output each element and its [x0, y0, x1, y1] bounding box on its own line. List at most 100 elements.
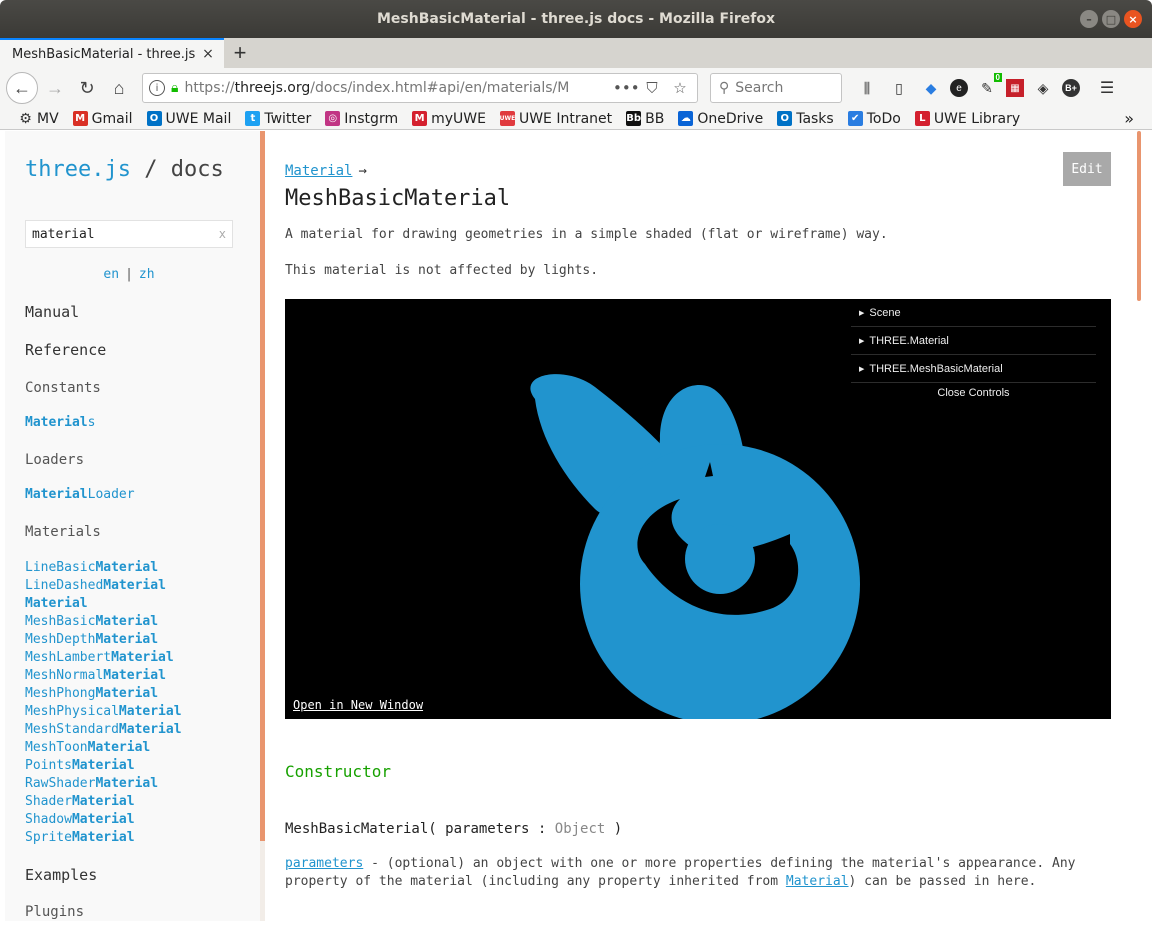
reload-icon: ↻	[79, 77, 95, 98]
sidebar-item-material[interactable]: MeshLambertMaterial	[25, 649, 182, 667]
toolbar-icons: ⫼ ▯ ◆ e ✎ 0 ▦ ◈ B+ ☰	[854, 73, 1120, 101]
bookmark-instgrm[interactable]: ◎ Instgrm	[325, 111, 398, 127]
sidebar-item-material[interactable]: LineBasicMaterial	[25, 559, 182, 577]
sidebar-icon[interactable]: ▯	[886, 75, 912, 101]
language-switch: en | zh	[103, 267, 155, 282]
sidebar-item-material[interactable]: ShaderMaterial	[25, 793, 182, 811]
tasks-icon: O	[777, 111, 793, 126]
forward-button[interactable]: →	[40, 73, 70, 103]
gmail-icon: M	[72, 111, 88, 126]
breadcrumb-material-link[interactable]: Material	[285, 163, 352, 179]
sidebar-item-material[interactable]: ShadowMaterial	[25, 811, 182, 829]
myuwe-icon: M	[412, 111, 428, 126]
scrollbar-thumb[interactable]	[1137, 131, 1141, 301]
page-actions-button[interactable]: •••	[613, 79, 640, 97]
material-link[interactable]: Material	[786, 874, 849, 889]
caret-right-icon: ▶	[859, 309, 865, 317]
filter-value[interactable]: material	[32, 227, 95, 242]
extension-red-icon[interactable]: ▦	[1006, 79, 1024, 97]
nav-examples[interactable]: Examples	[25, 866, 97, 884]
docs-logo[interactable]: three.js / docs	[25, 157, 224, 182]
gui-folder[interactable]: ▶ THREE.Material	[851, 327, 1096, 355]
bookmark-mv[interactable]: ⚙ MV	[18, 111, 58, 127]
site-info-icon[interactable]: i	[149, 80, 165, 96]
close-window-button[interactable]: ×	[1124, 10, 1142, 28]
filter-input[interactable]: material x	[25, 220, 233, 248]
sidebar-item-material[interactable]: RawShaderMaterial	[25, 775, 182, 793]
bookmark-uwe-intranet[interactable]: UWE UWE Intranet	[500, 111, 612, 127]
home-button[interactable]: ⌂	[104, 73, 134, 103]
window-title: MeshBasicMaterial - three.js docs - Mozi…	[377, 11, 775, 27]
bookmark-twitter[interactable]: t Twitter	[245, 111, 311, 127]
bookmark-onedrive[interactable]: ☁ OneDrive	[678, 111, 763, 127]
sidebar-item-material[interactable]: MeshPhysicalMaterial	[25, 703, 182, 721]
sidebar-item-material[interactable]: Material	[25, 595, 182, 613]
bplus-icon[interactable]: B+	[1062, 79, 1080, 97]
lang-zh-link[interactable]: zh	[139, 267, 155, 282]
sidebar-item-material[interactable]: LineDashedMaterial	[25, 577, 182, 595]
bookmark-gmail[interactable]: M Gmail	[72, 111, 133, 127]
bookmark-star-icon[interactable]: ☆	[669, 79, 691, 97]
onedrive-icon: ☁	[678, 111, 694, 126]
gui-folder[interactable]: ▶ Scene	[851, 299, 1096, 327]
nav-reference[interactable]: Reference	[25, 341, 106, 359]
bookmark-myuwe[interactable]: MmyUWE	[412, 111, 486, 127]
sidebar-item-material[interactable]: MeshDepthMaterial	[25, 631, 182, 649]
docs-content: Material → MeshBasicMaterial Edit A mater…	[265, 131, 1137, 921]
nav-link-material-loader[interactable]: MaterialLoader	[25, 487, 135, 502]
sidebar-item-material[interactable]: MeshPhongMaterial	[25, 685, 182, 703]
nav-manual[interactable]: Manual	[25, 303, 79, 321]
menu-icon[interactable]: ☰	[1094, 75, 1120, 101]
nav-link-constants-materials[interactable]: Materials	[25, 415, 95, 430]
extension-blue-icon[interactable]: ◆	[918, 75, 944, 101]
caret-right-icon: ▶	[859, 365, 865, 373]
filter-clear-button[interactable]: x	[219, 227, 226, 241]
outlook-icon: O	[146, 111, 162, 126]
example-viewer[interactable]: ▶ Scene ▶ THREE.Material ▶ THREE.MeshBasicMat…	[285, 299, 1111, 719]
evernote-icon[interactable]: e	[950, 79, 968, 97]
bookmark-tasks[interactable]: O Tasks	[777, 111, 834, 127]
sidebar-item-material[interactable]: MeshNormalMaterial	[25, 667, 182, 685]
window-titlebar: MeshBasicMaterial - three.js docs - Mozi…	[0, 0, 1152, 38]
back-button[interactable]: ←	[6, 72, 38, 104]
sidebar-item-material[interactable]: MeshBasicMaterial	[25, 613, 182, 631]
open-new-window-link[interactable]: Open in New Window	[293, 698, 423, 712]
description-line-1: A material for drawing geometries in a s…	[285, 227, 888, 242]
lang-en-link[interactable]: en	[103, 267, 119, 282]
todo-icon: ✔	[847, 111, 863, 126]
edit-button[interactable]: Edit	[1063, 152, 1111, 186]
sidebar-item-material[interactable]: MeshToonMaterial	[25, 739, 182, 757]
nav-plugins[interactable]: Plugins	[25, 904, 84, 920]
bookmark-bb[interactable]: Bb BB	[626, 111, 664, 127]
new-tab-button[interactable]: +	[224, 38, 256, 68]
bookmarks-overflow-icon[interactable]: »	[1124, 109, 1134, 128]
bookmark-uwe-mail[interactable]: O UWE Mail	[146, 111, 231, 127]
sidebar-item-material[interactable]: SpriteMaterial	[25, 829, 182, 847]
maximize-button[interactable]: □	[1102, 10, 1120, 28]
home-icon: ⌂	[113, 77, 125, 98]
sidebar-item-material[interactable]: MeshStandardMaterial	[25, 721, 182, 739]
reload-button[interactable]: ↻	[72, 73, 102, 103]
url-bar[interactable]: i 🔒︎ https://threejs.org/docs/index.html…	[142, 73, 698, 103]
gui-folder[interactable]: ▶ THREE.MeshBasicMaterial	[851, 355, 1096, 383]
extension-badge-icon[interactable]: ✎ 0	[974, 73, 1002, 101]
search-input[interactable]: Search	[735, 80, 783, 96]
page-scrollbar[interactable]	[1137, 131, 1143, 921]
twitter-icon: t	[245, 111, 261, 126]
tab-active[interactable]: MeshBasicMaterial - three.js ×	[0, 38, 224, 68]
caret-right-icon: ▶	[859, 337, 865, 345]
close-controls-button[interactable]: Close Controls	[851, 383, 1096, 403]
bookmark-todo[interactable]: ✔ ToDo	[847, 111, 901, 127]
tab-close-button[interactable]: ×	[200, 46, 216, 62]
bookmark-uwe-library[interactable]: L UWE Library	[914, 111, 1020, 127]
parameters-link[interactable]: parameters	[285, 856, 363, 871]
search-icon: ⚲	[719, 80, 730, 96]
search-bar[interactable]: ⚲ Search	[710, 73, 842, 103]
minimize-button[interactable]: –	[1080, 10, 1098, 28]
url-text[interactable]: https://threejs.org/docs/index.html#api/…	[184, 80, 607, 96]
pocket-icon[interactable]: ⛉	[641, 79, 663, 97]
layers-icon[interactable]: ◈	[1030, 75, 1056, 101]
forward-arrow-icon: →	[46, 77, 64, 98]
library-icon[interactable]: ⫼	[854, 75, 880, 101]
sidebar-item-material[interactable]: PointsMaterial	[25, 757, 182, 775]
